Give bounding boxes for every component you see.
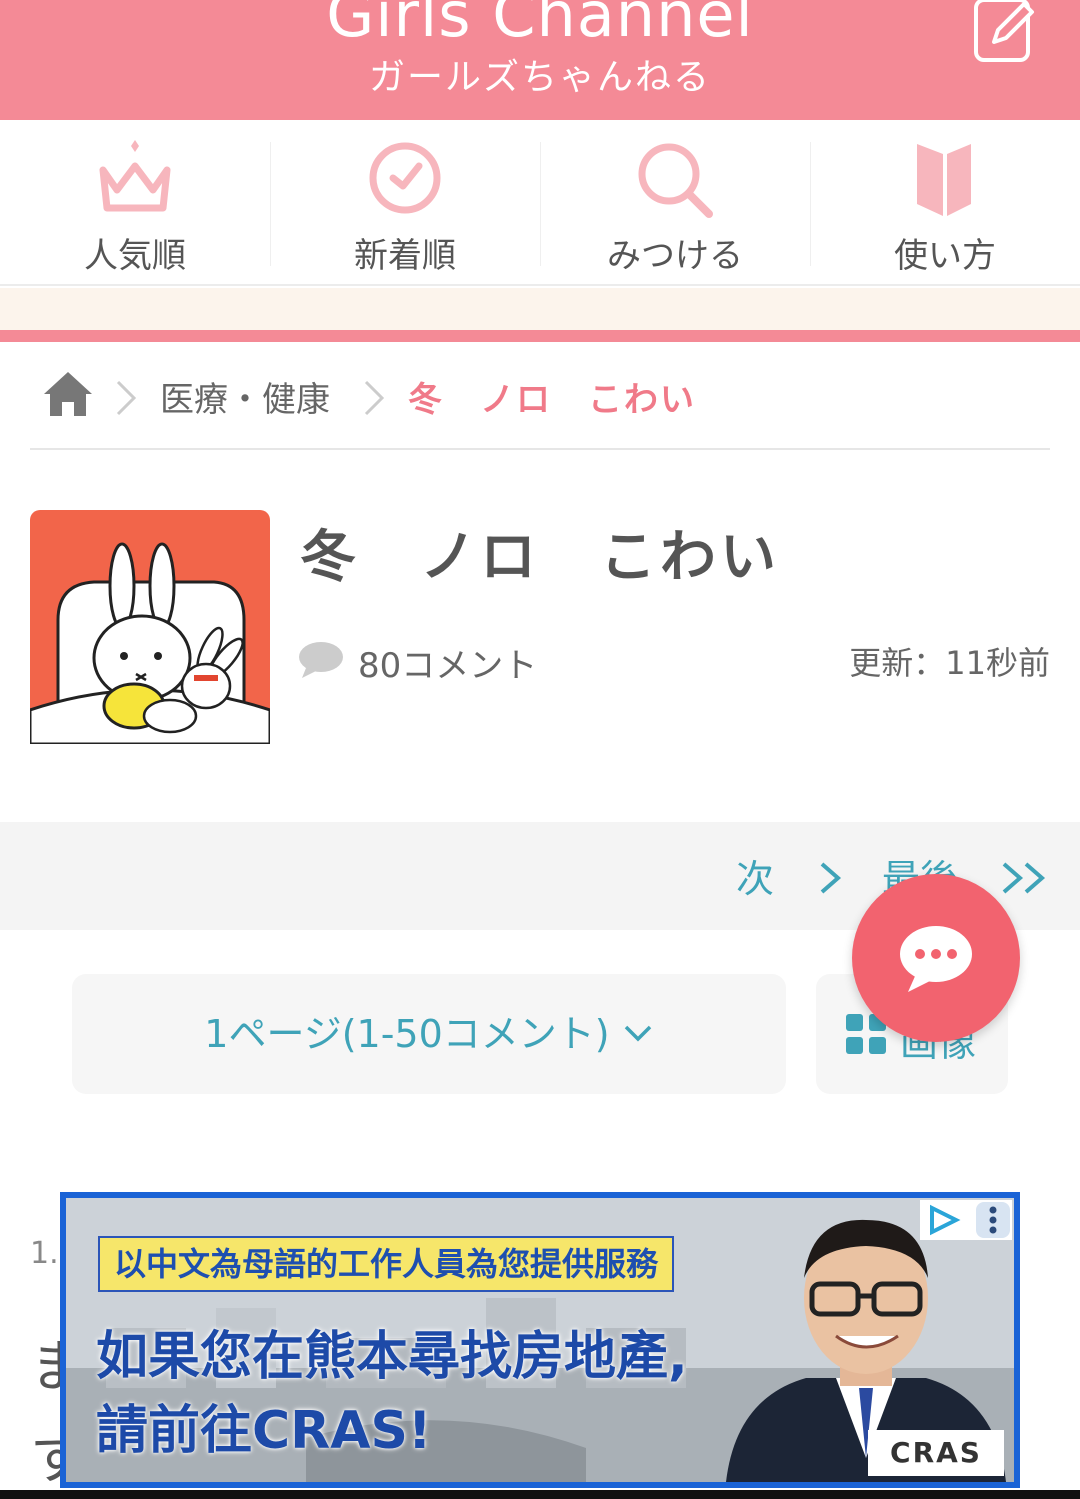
ad-banner[interactable]: 以中文為母語的工作人員為您提供服務 如果您在熊本尋找房地產, 請前往CRAS! … [60, 1192, 1020, 1488]
nav-item-new[interactable]: 新着順 [270, 120, 540, 284]
page-select-label: 1ページ(1-50コメント) [204, 1012, 610, 1056]
ad-choices[interactable] [920, 1200, 1012, 1240]
accent-band [0, 330, 1080, 342]
edit-icon [974, 0, 1034, 62]
chat-bubble-icon [900, 926, 972, 992]
nav-label: 新着順 [354, 236, 456, 276]
ad-info-icon [930, 1202, 1010, 1238]
clock-icon [369, 142, 441, 214]
write-comment-fab[interactable] [852, 874, 1020, 1042]
nav-item-search[interactable]: みつける [540, 120, 810, 284]
topic-thumbnail[interactable] [30, 510, 270, 744]
page-select-dropdown[interactable]: 1ページ(1-50コメント) [72, 974, 786, 1094]
chevron-down-icon [624, 1025, 651, 1042]
crown-icon [99, 140, 171, 212]
double-chevron-right-icon [1002, 862, 1046, 894]
app-header: Girls Channel ガールズちゃんねる [0, 0, 1080, 120]
nav-label: 人気順 [84, 236, 186, 276]
notice-band [0, 288, 1080, 330]
main-nav: 人気順 新着順 みつける 使い方 [0, 120, 1080, 286]
speech-bubble-icon [299, 642, 343, 678]
nav-item-popular[interactable]: 人気順 [0, 120, 270, 284]
comment-count: 80コメント [358, 646, 538, 686]
chevron-right-icon [116, 380, 137, 416]
chevron-right-icon [820, 862, 842, 894]
nav-label: 使い方 [894, 236, 996, 276]
nav-label: みつける [607, 236, 743, 276]
system-nav-bar [0, 1490, 1080, 1499]
home-icon[interactable] [42, 370, 94, 418]
topic-title: 冬 ノロ こわい [300, 525, 780, 590]
chevron-right-icon [364, 380, 385, 416]
nav-item-howto[interactable]: 使い方 [810, 120, 1080, 284]
next-page-label: 次 [736, 857, 775, 901]
breadcrumb-current: 冬 ノロ こわい [408, 380, 696, 420]
post-topic-button[interactable] [972, 0, 1036, 64]
updated-time: 更新：11秒前 [849, 644, 1050, 682]
breadcrumb: 医療・健康 冬 ノロ こわい [30, 342, 1050, 450]
site-logo-subtitle: ガールズちゃんねる [368, 57, 711, 98]
book-icon [917, 144, 971, 216]
search-icon [638, 143, 713, 218]
site-logo[interactable]: Girls Channel [0, 0, 1080, 51]
ad-tagline: 以中文為母語的工作人員為您提供服務 [98, 1236, 675, 1292]
ad-headline: 請前往CRAS! [96, 1401, 432, 1461]
next-page-link[interactable]: 次 [736, 848, 846, 903]
comment-number: 1. [30, 1236, 59, 1271]
ad-headline: 如果您在熊本尋找房地產, [96, 1327, 688, 1387]
ad-brand-logo: CRAS [868, 1430, 1004, 1476]
breadcrumb-category[interactable]: 医療・健康 [160, 372, 330, 421]
